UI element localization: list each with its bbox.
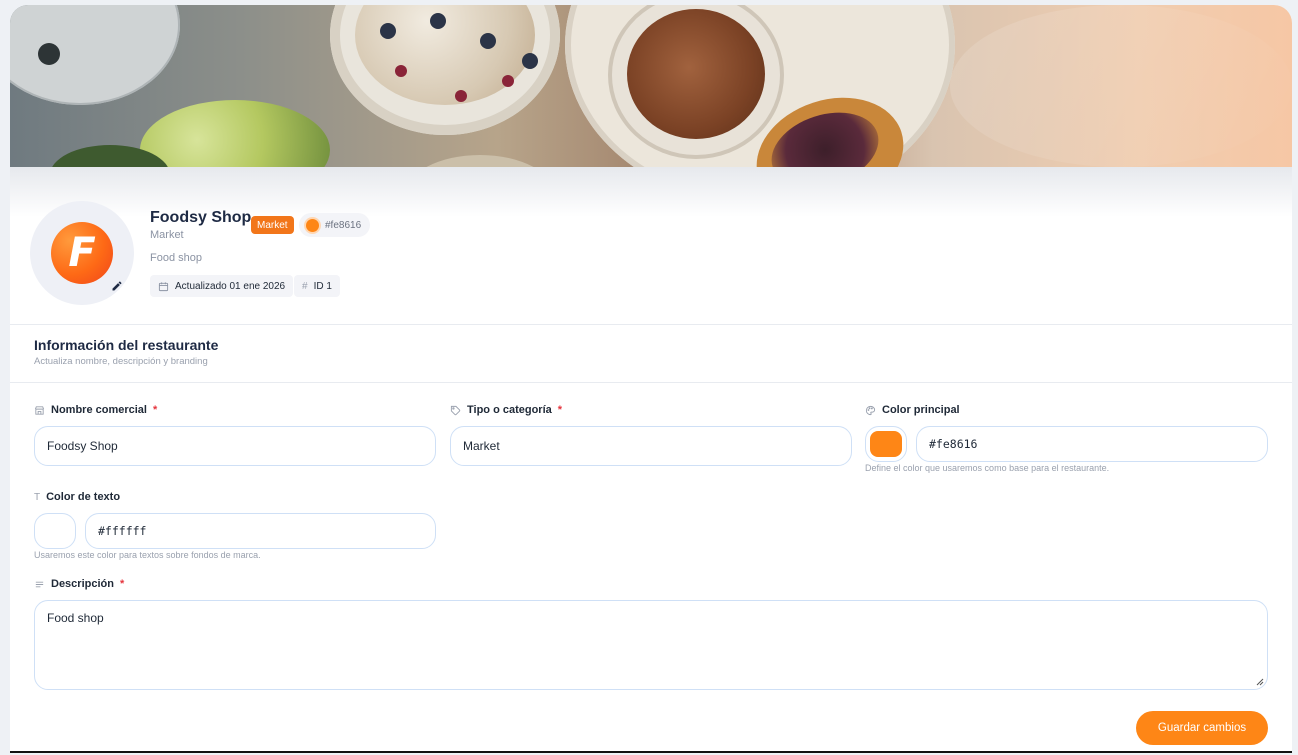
section-subtitle: Actualiza nombre, descripción y branding [34, 356, 208, 367]
text-color-value: #ffffff [98, 524, 147, 538]
lines-icon [34, 579, 45, 590]
tag-icon [450, 405, 461, 416]
avatar[interactable]: F [30, 201, 134, 305]
type-input-value: Market [463, 439, 500, 453]
main-color-hint: Define el color que usaremos como base p… [865, 463, 1110, 473]
main-color-picker[interactable] [865, 426, 907, 462]
palette-icon [865, 405, 876, 416]
required-mark: * [557, 404, 563, 416]
main-color-label: Color principal [865, 404, 960, 416]
resize-handle-icon[interactable] [1256, 678, 1264, 686]
description-label: Descripción * [34, 578, 124, 590]
updated-text: Actualizado 01 ene 2026 [175, 280, 286, 292]
name-input[interactable]: Foodsy Shop [34, 426, 436, 466]
text-color-swatch [39, 518, 71, 544]
divider [10, 382, 1292, 383]
text-color-picker[interactable] [34, 513, 76, 549]
text-color-label: T Color de texto [34, 491, 121, 503]
pencil-icon[interactable] [108, 277, 126, 295]
text-color-hint: Usaremos este color para textos sobre fo… [34, 550, 261, 560]
main-color-value: #fe8616 [929, 437, 978, 451]
name-input-value: Foodsy Shop [47, 439, 118, 453]
logo-avatar: F [51, 222, 113, 284]
shop-name: Foodsy Shop [150, 209, 252, 226]
description-value: Food shop [47, 611, 104, 625]
type-label: Tipo o categoría * [450, 404, 562, 416]
text-color-input[interactable]: #ffffff [85, 513, 436, 549]
updated-chip: Actualizado 01 ene 2026 [150, 275, 294, 297]
hash-icon: # [302, 280, 308, 292]
required-mark: * [152, 404, 158, 416]
store-icon [34, 405, 45, 416]
cover-image[interactable] [10, 5, 1292, 167]
brand-color-chip: #fe8616 [299, 213, 371, 237]
section-title: Información del restaurante [34, 337, 219, 353]
shop-description: Food shop [150, 252, 202, 264]
name-label: Nombre comercial * [34, 404, 157, 416]
brand-color-hex: #fe8616 [325, 219, 362, 231]
description-textarea[interactable]: Food shop [34, 600, 1268, 690]
id-chip: # ID 1 [294, 275, 340, 297]
id-text: ID 1 [313, 280, 332, 292]
color-dot-icon [306, 218, 319, 232]
shop-category: Market [150, 229, 184, 241]
main-color-input[interactable]: #fe8616 [916, 426, 1268, 462]
calendar-icon [158, 281, 169, 292]
save-button[interactable]: Guardar cambios [1136, 711, 1268, 745]
category-badge: Market [251, 216, 294, 234]
restaurant-profile-card: F Foodsy Shop Market #fe8616 Market Food… [10, 5, 1292, 753]
divider [10, 324, 1292, 325]
main-color-swatch [870, 431, 902, 457]
text-icon: T [34, 491, 41, 503]
required-mark: * [119, 578, 125, 590]
type-input[interactable]: Market [450, 426, 852, 466]
